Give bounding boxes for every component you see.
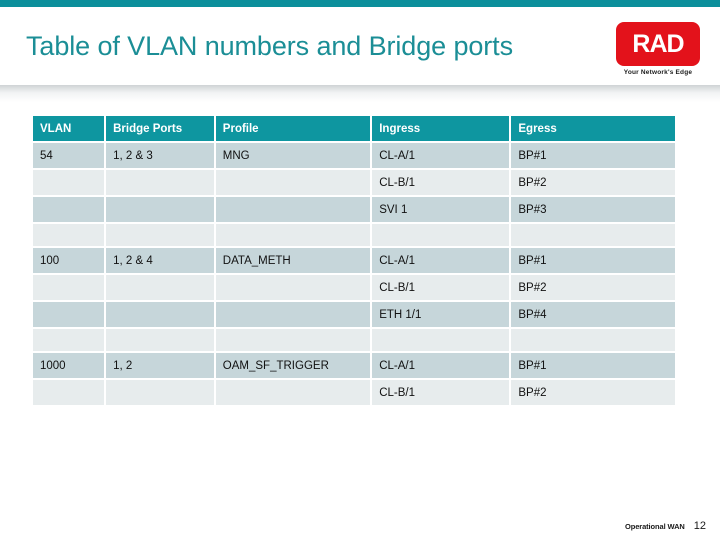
table-header: VLAN Bridge Ports Profile Ingress Egress — [33, 116, 675, 141]
column-header-vlan: VLAN — [33, 116, 105, 141]
cell-egress — [511, 224, 675, 246]
table-row: SVI 1 BP#3 — [33, 197, 675, 222]
cell-profile: DATA_METH — [215, 248, 371, 273]
table-row: CL-B/1 BP#2 — [33, 170, 675, 195]
footer-label: Operational WAN — [624, 522, 685, 531]
rad-logo-tagline: Your Network's Edge — [623, 69, 693, 76]
cell-vlan — [33, 380, 105, 405]
cell-profile — [215, 380, 371, 405]
rad-logo: RAD Your Network's Edge — [610, 23, 706, 85]
table-row: ETH 1/1 BP#4 — [33, 302, 675, 327]
cell-bridge-ports — [106, 170, 214, 195]
cell-bridge-ports — [106, 302, 214, 327]
cell-vlan — [33, 224, 105, 246]
cell-egress: BP#1 — [511, 353, 675, 378]
cell-bridge-ports — [106, 224, 214, 246]
table-spacer-row — [33, 224, 675, 246]
rad-logo-mark: RAD — [617, 23, 699, 65]
cell-vlan — [33, 275, 105, 300]
table-row: 100 1, 2 & 4 DATA_METH CL-A/1 BP#1 — [33, 248, 675, 273]
table-body: 54 1, 2 & 3 MNG CL-A/1 BP#1 CL-B/1 BP#2 … — [33, 143, 675, 405]
rad-logo-text: RAD — [632, 29, 684, 58]
cell-egress: BP#3 — [511, 197, 675, 222]
table-row: 1000 1, 2 OAM_SF_TRIGGER CL-A/1 BP#1 — [33, 353, 675, 378]
cell-egress: BP#1 — [511, 143, 675, 168]
cell-bridge-ports: 1, 2 & 3 — [106, 143, 214, 168]
cell-egress: BP#4 — [511, 302, 675, 327]
cell-bridge-ports — [106, 380, 214, 405]
cell-ingress — [372, 329, 510, 351]
cell-profile — [215, 275, 371, 300]
cell-profile — [215, 224, 371, 246]
cell-profile — [215, 329, 371, 351]
column-header-ingress: Ingress — [372, 116, 510, 141]
cell-ingress: CL-A/1 — [372, 248, 510, 273]
slide-footer: Operational WAN 12 — [625, 520, 706, 532]
cell-ingress — [372, 224, 510, 246]
cell-bridge-ports — [106, 275, 214, 300]
cell-egress: BP#2 — [511, 380, 675, 405]
cell-vlan — [33, 329, 105, 351]
column-header-bridge-ports: Bridge Ports — [106, 116, 214, 141]
table-row: 54 1, 2 & 3 MNG CL-A/1 BP#1 — [33, 143, 675, 168]
cell-bridge-ports: 1, 2 & 4 — [106, 248, 214, 273]
cell-ingress: SVI 1 — [372, 197, 510, 222]
vlan-bridge-ports-table: VLAN Bridge Ports Profile Ingress Egress… — [31, 114, 677, 407]
title-band: Table of VLAN numbers and Bridge ports R… — [0, 7, 720, 85]
cell-vlan — [33, 197, 105, 222]
cell-bridge-ports — [106, 329, 214, 351]
cell-profile — [215, 170, 371, 195]
cell-profile: MNG — [215, 143, 371, 168]
cell-bridge-ports — [106, 197, 214, 222]
column-header-egress: Egress — [511, 116, 675, 141]
cell-ingress: CL-A/1 — [372, 143, 510, 168]
cell-ingress: ETH 1/1 — [372, 302, 510, 327]
cell-profile: OAM_SF_TRIGGER — [215, 353, 371, 378]
cell-vlan — [33, 302, 105, 327]
cell-ingress: CL-B/1 — [372, 275, 510, 300]
cell-ingress: CL-A/1 — [372, 353, 510, 378]
cell-vlan — [33, 170, 105, 195]
column-header-profile: Profile — [215, 116, 371, 141]
cell-egress: BP#2 — [511, 170, 675, 195]
cell-ingress: CL-B/1 — [372, 380, 510, 405]
cell-ingress: CL-B/1 — [372, 170, 510, 195]
page-title: Table of VLAN numbers and Bridge ports — [26, 31, 513, 61]
cell-egress: BP#2 — [511, 275, 675, 300]
cell-egress — [511, 329, 675, 351]
title-band-shadow — [0, 85, 720, 102]
cell-profile — [215, 302, 371, 327]
cell-profile — [215, 197, 371, 222]
cell-bridge-ports: 1, 2 — [106, 353, 214, 378]
cell-egress: BP#1 — [511, 248, 675, 273]
table-spacer-row — [33, 329, 675, 351]
table-row: CL-B/1 BP#2 — [33, 380, 675, 405]
table-header-row: VLAN Bridge Ports Profile Ingress Egress — [33, 116, 675, 141]
top-accent-bar — [0, 0, 720, 7]
page-number: 12 — [693, 520, 706, 532]
cell-vlan: 100 — [33, 248, 105, 273]
cell-vlan: 54 — [33, 143, 105, 168]
cell-vlan: 1000 — [33, 353, 105, 378]
table-row: CL-B/1 BP#2 — [33, 275, 675, 300]
